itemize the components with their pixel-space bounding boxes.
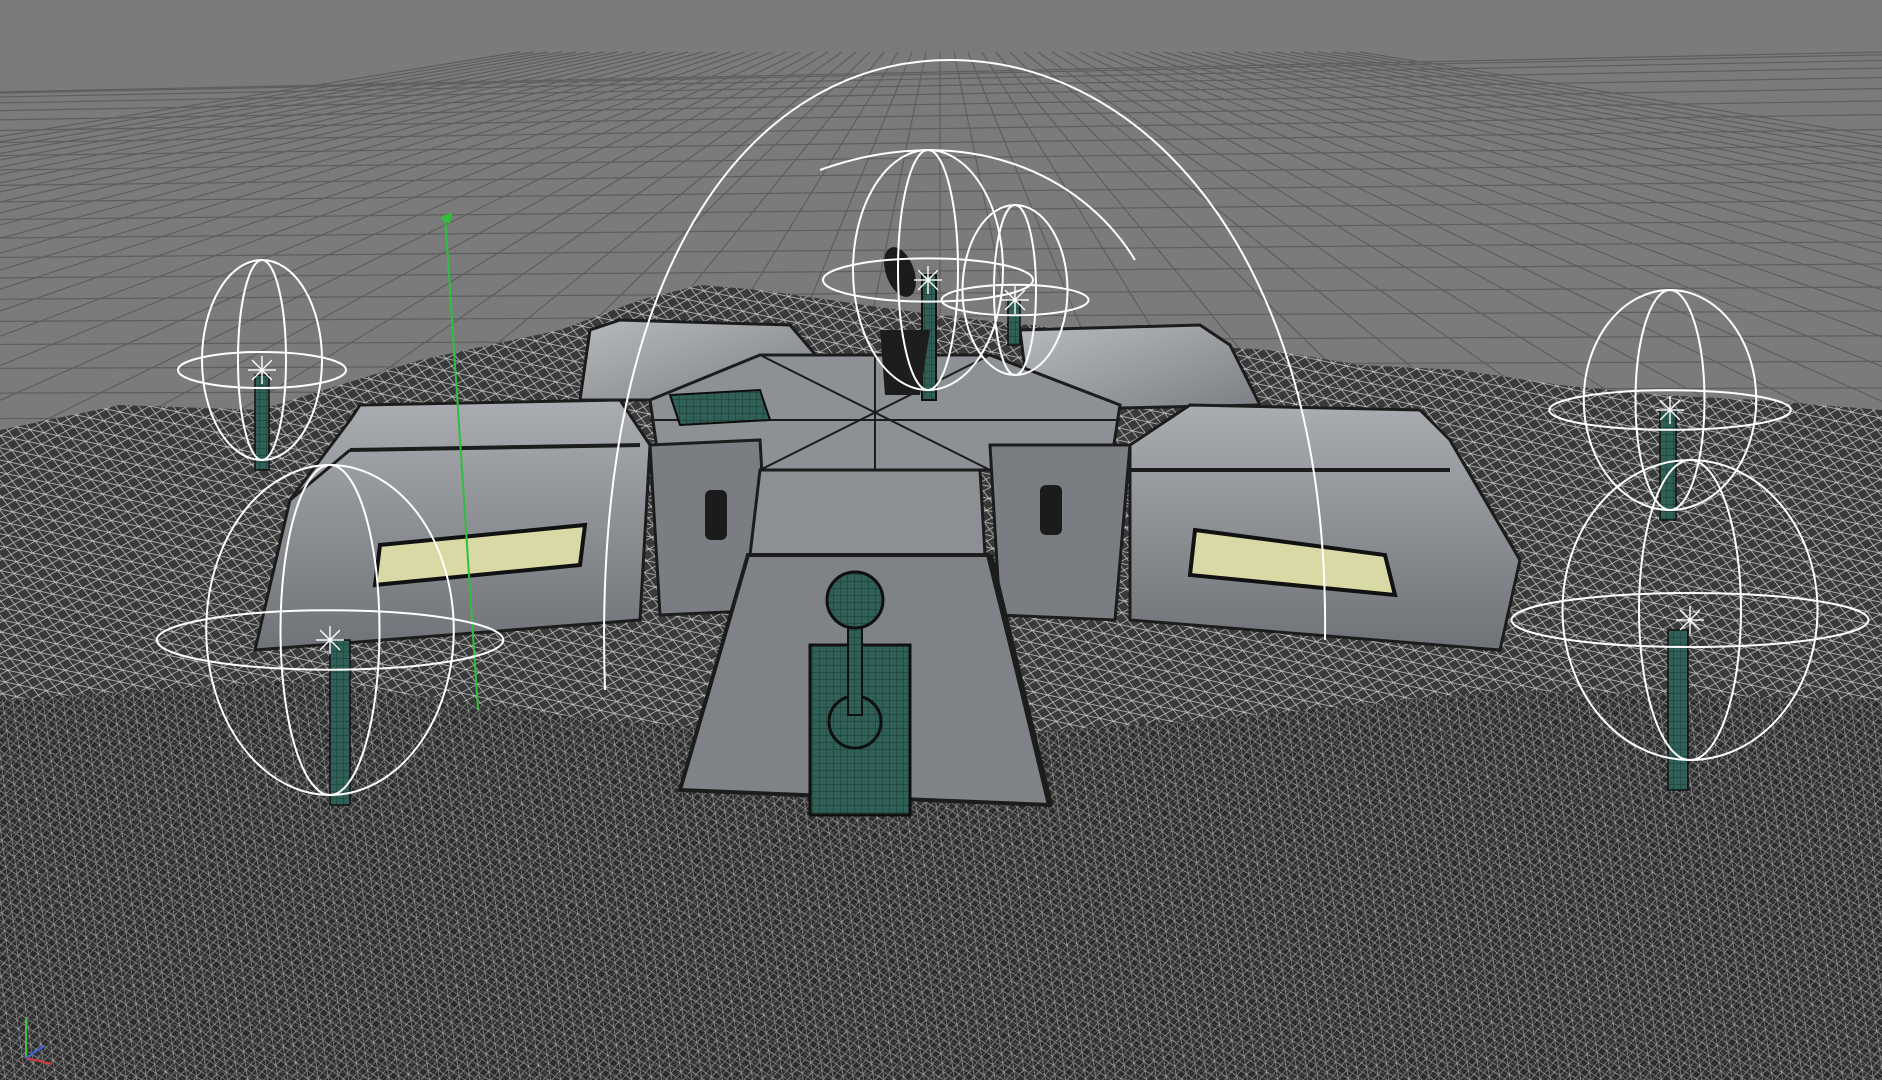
post-left-top bbox=[254, 374, 270, 471]
post-right-top bbox=[1659, 409, 1677, 521]
scene-canvas[interactable] bbox=[0, 0, 1882, 1080]
roof-hatch bbox=[668, 388, 772, 427]
entry-module-roof bbox=[748, 468, 987, 557]
post-center-small bbox=[1007, 299, 1021, 346]
post-right-bottom bbox=[1667, 629, 1689, 791]
post-left-bottom bbox=[329, 639, 351, 806]
3d-viewport[interactable] bbox=[0, 0, 1882, 1080]
